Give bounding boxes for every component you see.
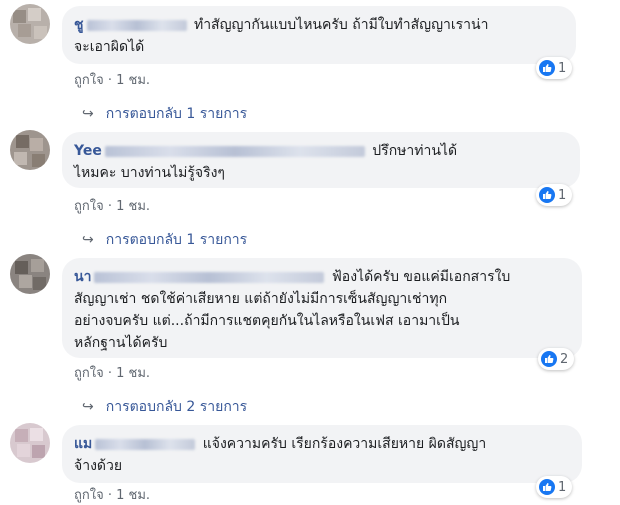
replies-label[interactable]: การตอบกลับ 1 รายการ — [106, 103, 247, 125]
redacted-name — [104, 145, 365, 157]
timestamp[interactable]: 1 ชม. — [116, 366, 150, 381]
timestamp[interactable]: 1 ชม. — [116, 488, 150, 503]
timestamp[interactable]: 1 ชม. — [116, 73, 150, 88]
commenter-name[interactable]: นา — [74, 269, 91, 285]
like-link[interactable]: ถูกใจ — [74, 73, 104, 88]
view-replies-link[interactable]: ↪ การตอบกลับ 1 รายการ — [82, 103, 247, 125]
view-replies-link[interactable]: ↪ การตอบกลับ 1 รายการ — [82, 229, 247, 251]
redacted-name — [86, 19, 187, 31]
thumbs-up-icon — [539, 479, 555, 495]
view-replies-link[interactable]: ↪ การตอบกลับ 2 รายการ — [82, 396, 247, 418]
reaction-count: 1 — [558, 60, 567, 76]
comment-text-line: ไหมคะ บางท่านไม่รู้จริงๆ — [74, 165, 225, 181]
like-link[interactable]: ถูกใจ — [74, 488, 104, 503]
comment-text-line: จะเอาผิดได้ — [74, 39, 145, 55]
comment-text-line: หลักฐานได้ครับ — [74, 335, 168, 351]
reaction-count: 2 — [560, 351, 569, 367]
redacted-name — [94, 271, 325, 283]
commenter-name[interactable]: ชู — [74, 17, 84, 33]
comment-text-line: ปรึกษาท่านได้ — [372, 143, 458, 159]
reaction-summary[interactable]: 1 — [536, 476, 573, 498]
replies-label[interactable]: การตอบกลับ 2 รายการ — [106, 396, 247, 418]
comment-meta: ถูกใจ · 1 ชม. — [74, 199, 151, 214]
reaction-count: 1 — [558, 479, 567, 495]
reply-arrow-icon: ↪ — [82, 106, 94, 122]
thumbs-up-icon — [541, 351, 557, 367]
reaction-summary[interactable]: 2 — [538, 348, 575, 370]
redacted-name — [95, 438, 196, 450]
comment-bubble: แม แจ้งความครับ เรียกร้องความเสียหาย ผิด… — [62, 425, 582, 483]
comment-text-line: ทำสัญญากันแบบไหนครับ ถ้ามีใบทำสัญญาเราน่… — [193, 17, 489, 33]
avatar[interactable] — [10, 130, 50, 170]
avatar[interactable] — [10, 254, 50, 294]
like-link[interactable]: ถูกใจ — [74, 366, 104, 381]
comment-text-line: ฟ้องได้ครับ ขอแค่มีเอกสารใบ — [331, 269, 511, 285]
comment-meta: ถูกใจ · 1 ชม. — [74, 366, 151, 381]
reaction-summary[interactable]: 1 — [536, 57, 573, 79]
comment-bubble: Yee ปรึกษาท่านได้ ไหมคะ บางท่านไม่รู้จริ… — [62, 132, 580, 188]
reply-arrow-icon: ↪ — [82, 399, 94, 415]
comment-text-line: จ้างด้วย — [74, 458, 123, 474]
comment-text-line: สัญญาเช่า ชดใช้ค่าเสียหาย แต่ถ้ายังไม่มี… — [74, 291, 448, 307]
reaction-summary[interactable]: 1 — [536, 184, 573, 206]
comment-text-line: อย่างจบครับ แต่...ถ้ามีการแชตคุยกันในไลห… — [74, 313, 460, 329]
comment-meta: ถูกใจ · 1 ชม. — [74, 488, 151, 503]
like-link[interactable]: ถูกใจ — [74, 199, 104, 214]
avatar[interactable] — [10, 423, 50, 463]
comment-text-line: แจ้งความครับ เรียกร้องความเสียหาย ผิดสัญ… — [202, 436, 487, 452]
commenter-name[interactable]: Yee — [74, 143, 102, 159]
comment-bubble: ชู ทำสัญญากันแบบไหนครับ ถ้ามีใบทำสัญญาเร… — [62, 6, 576, 64]
reply-arrow-icon: ↪ — [82, 232, 94, 248]
timestamp[interactable]: 1 ชม. — [116, 199, 150, 214]
thumbs-up-icon — [539, 60, 555, 76]
commenter-name[interactable]: แม — [74, 436, 92, 452]
comment-meta: ถูกใจ · 1 ชม. — [74, 73, 151, 88]
reaction-count: 1 — [558, 187, 567, 203]
replies-label[interactable]: การตอบกลับ 1 รายการ — [106, 229, 247, 251]
thumbs-up-icon — [539, 187, 555, 203]
comment-bubble: นา ฟ้องได้ครับ ขอแค่มีเอกสารใบ สัญญาเช่า… — [62, 258, 582, 358]
avatar[interactable] — [10, 4, 50, 44]
